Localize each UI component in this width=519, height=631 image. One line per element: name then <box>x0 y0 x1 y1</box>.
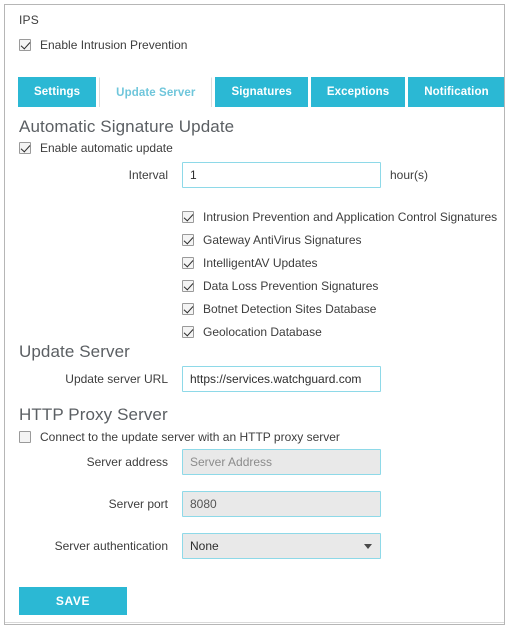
proxy-server-address-row: Server address <box>19 449 381 475</box>
proxy-server-address-label: Server address <box>86 455 168 469</box>
signature-item-intelligentav[interactable]: IntelligentAV Updates <box>182 252 497 273</box>
signature-label-geolocation: Geolocation Database <box>203 324 322 339</box>
enable-http-proxy-label: Connect to the update server with an HTT… <box>40 430 340 444</box>
save-button[interactable]: SAVE <box>19 587 127 615</box>
proxy-server-port-label: Server port <box>108 497 168 511</box>
signature-checkbox-gateway-antivirus[interactable] <box>182 233 194 246</box>
interval-suffix-label: hour(s) <box>390 168 429 182</box>
tab-update-server-label: Update Server <box>116 86 196 99</box>
tab-settings[interactable]: Settings <box>18 77 97 107</box>
proxy-server-address-input[interactable] <box>182 449 381 475</box>
enable-intrusion-prevention-checkbox[interactable] <box>19 39 31 51</box>
interval-label: Interval <box>128 168 168 182</box>
tab-settings-label: Settings <box>34 86 81 98</box>
proxy-server-authentication-value: None <box>182 533 381 559</box>
update-server-url-row: Update server URL <box>19 366 381 392</box>
signature-checkbox-intrusion-prevention[interactable] <box>182 210 194 223</box>
enable-automatic-update-label: Enable automatic update <box>40 141 173 155</box>
tab-notification[interactable]: Notification <box>408 77 504 107</box>
tab-signatures-label: Signatures <box>231 86 292 98</box>
signature-item-gateway-antivirus[interactable]: Gateway AntiVirus Signatures <box>182 229 497 250</box>
tab-notification-label: Notification <box>424 86 489 98</box>
tab-exceptions[interactable]: Exceptions <box>310 77 406 107</box>
signature-item-geolocation[interactable]: Geolocation Database <box>182 321 497 342</box>
tab-exceptions-label: Exceptions <box>326 86 390 98</box>
section-heading-update-server: Update Server <box>19 342 130 361</box>
signature-label-intelligentav: IntelligentAV Updates <box>203 255 318 270</box>
signature-update-list: Intrusion Prevention and Application Con… <box>182 206 497 344</box>
enable-intrusion-prevention-row[interactable]: Enable Intrusion Prevention <box>19 38 187 52</box>
ips-settings-panel: IPS Enable Intrusion Prevention Settings… <box>4 4 505 625</box>
section-heading-http-proxy-server: HTTP Proxy Server <box>19 405 168 424</box>
section-heading-automatic-signature-update: Automatic Signature Update <box>19 117 235 136</box>
tab-bar: Settings Update Server Signatures Except… <box>18 77 504 107</box>
tab-active-underline <box>18 107 504 108</box>
footer-divider <box>5 622 504 623</box>
update-server-url-label: Update server URL <box>65 372 168 386</box>
enable-http-proxy-row[interactable]: Connect to the update server with an HTT… <box>19 430 340 444</box>
enable-intrusion-prevention-label: Enable Intrusion Prevention <box>40 38 188 52</box>
proxy-server-authentication-select[interactable]: None <box>182 533 381 559</box>
enable-automatic-update-row[interactable]: Enable automatic update <box>19 141 173 155</box>
tab-signatures[interactable]: Signatures <box>215 77 308 107</box>
signature-item-data-loss-prevention[interactable]: Data Loss Prevention Signatures <box>182 275 497 296</box>
proxy-server-port-input[interactable] <box>182 491 381 517</box>
signature-checkbox-intelligentav[interactable] <box>182 256 194 269</box>
signature-checkbox-botnet-detection[interactable] <box>182 302 194 315</box>
signature-label-data-loss-prevention: Data Loss Prevention Signatures <box>203 278 379 293</box>
signature-item-intrusion-prevention[interactable]: Intrusion Prevention and Application Con… <box>182 206 497 227</box>
signature-checkbox-data-loss-prevention[interactable] <box>182 279 194 292</box>
proxy-server-authentication-label: Server authentication <box>54 539 168 553</box>
signature-label-gateway-antivirus: Gateway AntiVirus Signatures <box>203 232 362 247</box>
signature-checkbox-geolocation[interactable] <box>182 325 194 338</box>
enable-http-proxy-checkbox[interactable] <box>19 431 31 443</box>
signature-label-intrusion-prevention: Intrusion Prevention and Application Con… <box>203 209 498 224</box>
proxy-server-authentication-row: Server authentication None <box>19 533 381 559</box>
signature-item-botnet-detection[interactable]: Botnet Detection Sites Database <box>182 298 497 319</box>
proxy-server-port-row: Server port <box>19 491 381 517</box>
interval-field-row: Interval hour(s) <box>19 162 428 188</box>
tab-update-server[interactable]: Update Server <box>99 77 213 107</box>
page-title: IPS <box>19 13 39 27</box>
signature-label-botnet-detection: Botnet Detection Sites Database <box>203 301 377 316</box>
update-server-url-input[interactable] <box>182 366 381 392</box>
interval-input[interactable] <box>182 162 381 188</box>
enable-automatic-update-checkbox[interactable] <box>19 142 31 154</box>
